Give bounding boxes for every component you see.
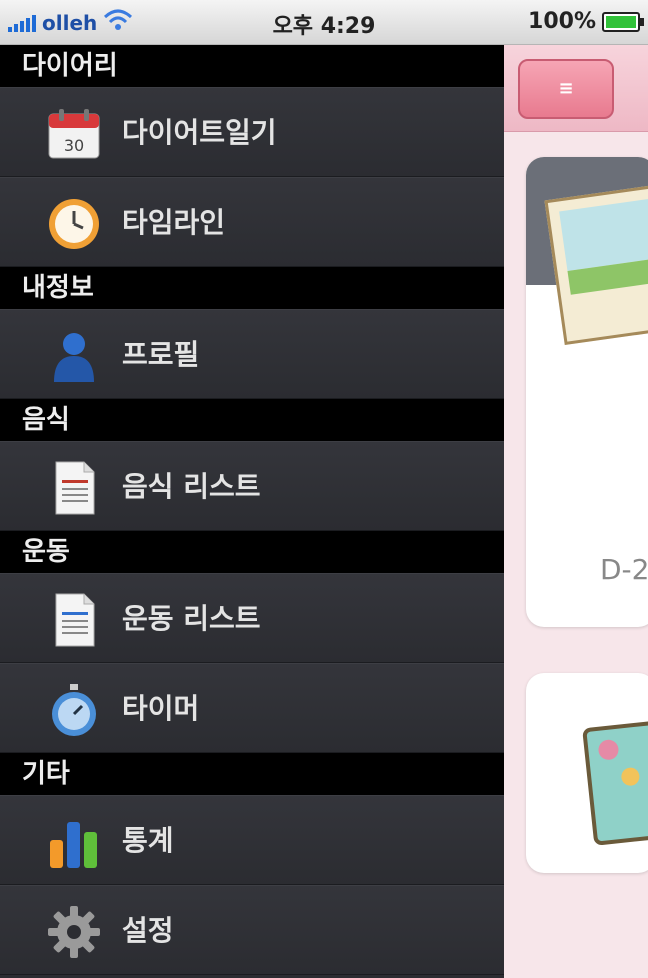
menu-toggle-button[interactable]: ≡ bbox=[518, 59, 614, 119]
svg-text:30: 30 bbox=[64, 136, 84, 155]
notebook-illustration bbox=[582, 718, 648, 846]
side-menu: 다이어리 30 다이어트일기 타임라인 내정보 프로필 음식 음식 리스트 운동… bbox=[0, 45, 504, 978]
menu-item-food-list[interactable]: 음식 리스트 bbox=[0, 441, 504, 531]
menu-item-timeline[interactable]: 타임라인 bbox=[0, 177, 504, 267]
document-icon bbox=[46, 592, 102, 648]
menu-item-profile[interactable]: 프로필 bbox=[0, 309, 504, 399]
bar-chart-icon bbox=[46, 814, 102, 870]
menu-item-label: 다이어트일기 bbox=[122, 116, 277, 149]
battery-icon bbox=[602, 11, 644, 32]
clock-icon bbox=[46, 196, 102, 252]
document-icon bbox=[46, 460, 102, 516]
content-top-bar: ≡ bbox=[504, 45, 648, 132]
menu-item-label: 운동 리스트 bbox=[122, 602, 261, 635]
status-right: 100% bbox=[528, 9, 644, 34]
section-header-diary: 다이어리 bbox=[0, 45, 504, 87]
calendar-icon: 30 bbox=[46, 106, 102, 162]
diary-card[interactable]: D-2 bbox=[526, 157, 648, 627]
notebook-card[interactable] bbox=[526, 673, 648, 873]
dday-label: D-2 bbox=[600, 553, 648, 586]
photo-illustration bbox=[544, 182, 648, 346]
menu-item-settings[interactable]: 설정 bbox=[0, 885, 504, 975]
menu-item-label: 타임라인 bbox=[122, 206, 226, 239]
menu-item-timer[interactable]: 타이머 bbox=[0, 663, 504, 753]
menu-item-label: 음식 리스트 bbox=[122, 470, 261, 503]
section-header-etc: 기타 bbox=[0, 753, 504, 795]
section-header-food: 음식 bbox=[0, 399, 504, 441]
status-bar: olleh 오후 4:29 100% bbox=[0, 0, 648, 45]
menu-item-diet-diary[interactable]: 30 다이어트일기 bbox=[0, 87, 504, 177]
photo-area bbox=[526, 157, 648, 346]
stopwatch-icon bbox=[46, 682, 102, 738]
menu-item-label: 통계 bbox=[122, 824, 174, 857]
person-icon bbox=[46, 328, 102, 384]
battery-percent: 100% bbox=[528, 9, 596, 34]
menu-item-exercise-list[interactable]: 운동 리스트 bbox=[0, 573, 504, 663]
menu-item-statistics[interactable]: 통계 bbox=[0, 795, 504, 885]
menu-item-label: 프로필 bbox=[122, 338, 200, 371]
menu-item-label: 타이머 bbox=[122, 692, 200, 725]
main-content-preview: ≡ D-2 bbox=[504, 45, 648, 978]
section-header-exercise: 운동 bbox=[0, 531, 504, 573]
menu-item-label: 설정 bbox=[122, 914, 174, 947]
gear-icon bbox=[46, 904, 102, 960]
section-header-my-info: 내정보 bbox=[0, 267, 504, 309]
